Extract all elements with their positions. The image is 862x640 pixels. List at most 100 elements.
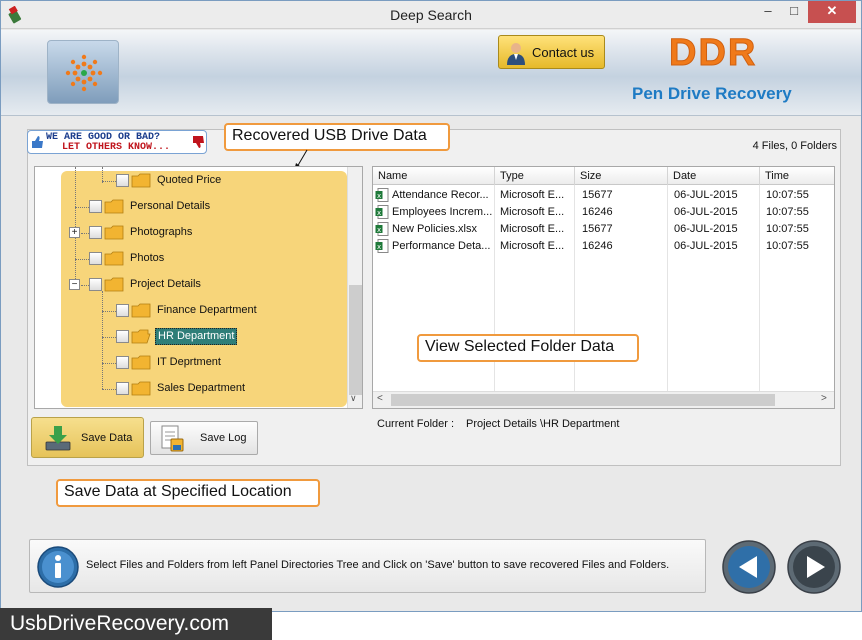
tree-checkbox[interactable] [89,278,102,291]
expand-toggle[interactable]: + [69,227,80,238]
column-header-size[interactable]: Size [575,167,668,185]
rate-us-badge[interactable]: WE ARE GOOD OR BAD? LET OTHERS KNOW... [27,130,207,154]
maximize-button[interactable]: □ [781,1,807,23]
folder-icon [131,381,151,396]
contact-us-label: Contact us [532,45,595,60]
save-data-button[interactable]: Save Data [31,417,144,458]
cell-type: Microsoft E... [500,240,565,252]
contact-us-button[interactable]: Contact us [498,35,605,69]
cell-date: 06-JUL-2015 [674,240,738,252]
scroll-thumb[interactable] [391,394,775,406]
scroll-left-icon[interactable]: < [377,393,383,404]
cell-size: 15677 [582,189,613,201]
save-log-label: Save Log [200,432,247,444]
tree-vertical-scrollbar[interactable]: ∨ [347,167,362,408]
minimize-button[interactable]: – [755,1,781,23]
rate-us-line-2: LET OTHERS KNOW... [62,142,171,153]
callout-view-selected-folder: View Selected Folder Data [417,334,639,362]
file-list-horizontal-scrollbar[interactable]: < > [373,391,834,408]
play-next-icon[interactable] [786,539,842,595]
file-row[interactable]: x Employees Increm... Microsoft E... 162… [373,204,834,221]
tree-checkbox[interactable] [116,356,129,369]
tree-item-label: Project Details [130,278,201,290]
header-banner: Contact us DDR Pen Drive Recovery [1,30,861,116]
cell-time: 10:07:55 [766,189,809,201]
cell-date: 06-JUL-2015 [674,223,738,235]
save-data-label: Save Data [81,432,133,444]
file-list[interactable]: Name Type Size Date Time x Attendance Re… [372,166,835,409]
tree-item-sales-department[interactable]: Sales Department [35,379,345,399]
window-title: Deep Search [390,7,472,23]
tree-item-hr-department[interactable]: HR Department [35,327,345,347]
app-window: Deep Search – □ ✕ Contact us DDR Pen Dri… [0,0,862,612]
tree-checkbox[interactable] [89,200,102,213]
folder-icon [131,355,151,370]
folder-icon [104,225,124,240]
current-folder-path: Project Details \HR Department [466,418,620,430]
close-button[interactable]: ✕ [808,1,856,23]
cell-size: 16246 [582,206,613,218]
column-header-date[interactable]: Date [668,167,760,185]
cell-date: 06-JUL-2015 [674,206,738,218]
status-message: Select Files and Folders from left Panel… [86,559,670,571]
person-icon [507,43,525,65]
tree-item-label-selected: HR Department [155,328,238,345]
file-row[interactable]: x New Policies.xlsx Microsoft E... 15677… [373,221,834,238]
column-header-name[interactable]: Name [373,167,495,185]
tree-item-label: Photos [130,252,165,264]
column-header-time[interactable]: Time [760,167,834,185]
brand-logo-text: DDR [668,32,758,75]
cell-size: 16246 [582,240,613,252]
svg-text:x: x [377,209,381,217]
tree-item-label: Quoted Price [157,174,222,186]
tree-checkbox[interactable] [116,304,129,317]
column-header-type[interactable]: Type [495,167,575,185]
scroll-right-icon[interactable]: > [821,393,827,404]
svg-text:x: x [377,226,381,234]
cell-name: Employees Increm... [392,206,493,218]
tree-item-project-details[interactable]: − Project Details [35,275,345,295]
cell-name: Attendance Recor... [392,189,489,201]
website-watermark: UsbDriveRecovery.com [0,608,272,640]
tree-checkbox[interactable] [89,252,102,265]
thumbs-down-icon [193,136,204,148]
cell-time: 10:07:55 [766,223,809,235]
scroll-thumb[interactable] [349,285,362,395]
folder-icon [131,303,151,318]
cell-name: New Policies.xlsx [392,223,477,235]
back-arrow-icon[interactable] [721,539,777,595]
tree-item-label: Photographs [130,226,193,238]
file-row[interactable]: x Attendance Recor... Microsoft E... 156… [373,187,834,204]
tree-item-personal-details[interactable]: Personal Details [35,197,345,217]
tree-item-finance-department[interactable]: Finance Department [35,301,345,321]
tree-checkbox[interactable] [116,174,129,187]
svg-text:x: x [377,243,381,251]
collapse-toggle[interactable]: − [69,279,80,290]
folder-icon [131,173,151,188]
tree-item-quoted-price[interactable]: Quoted Price [35,171,345,191]
excel-file-icon: x [375,205,389,219]
status-bar: Select Files and Folders from left Panel… [29,539,706,593]
tree-item-it-deprtment[interactable]: IT Deprtment [35,353,345,373]
save-log-button[interactable]: Save Log [150,421,258,455]
cell-date: 06-JUL-2015 [674,189,738,201]
tree-checkbox[interactable] [116,330,129,343]
scroll-down-icon[interactable]: ∨ [350,393,357,404]
directory-tree[interactable]: Quoted Price Personal Details + Photogra… [34,166,363,409]
excel-file-icon: x [375,222,389,236]
radar-logo-icon [65,54,103,92]
file-row[interactable]: x Performance Deta... Microsoft E... 162… [373,238,834,255]
tree-checkbox[interactable] [116,382,129,395]
tree-item-photos[interactable]: Photos [35,249,345,269]
folder-icon [104,277,124,292]
info-icon [37,546,79,588]
folder-icon [104,251,124,266]
tree-checkbox[interactable] [89,226,102,239]
cell-type: Microsoft E... [500,189,565,201]
open-folder-icon [131,329,151,344]
tree-item-photographs[interactable]: + Photographs [35,223,345,243]
cell-time: 10:07:55 [766,206,809,218]
svg-text:x: x [377,192,381,200]
tree-item-label: Finance Department [157,304,257,316]
thumbs-up-icon [32,136,43,148]
